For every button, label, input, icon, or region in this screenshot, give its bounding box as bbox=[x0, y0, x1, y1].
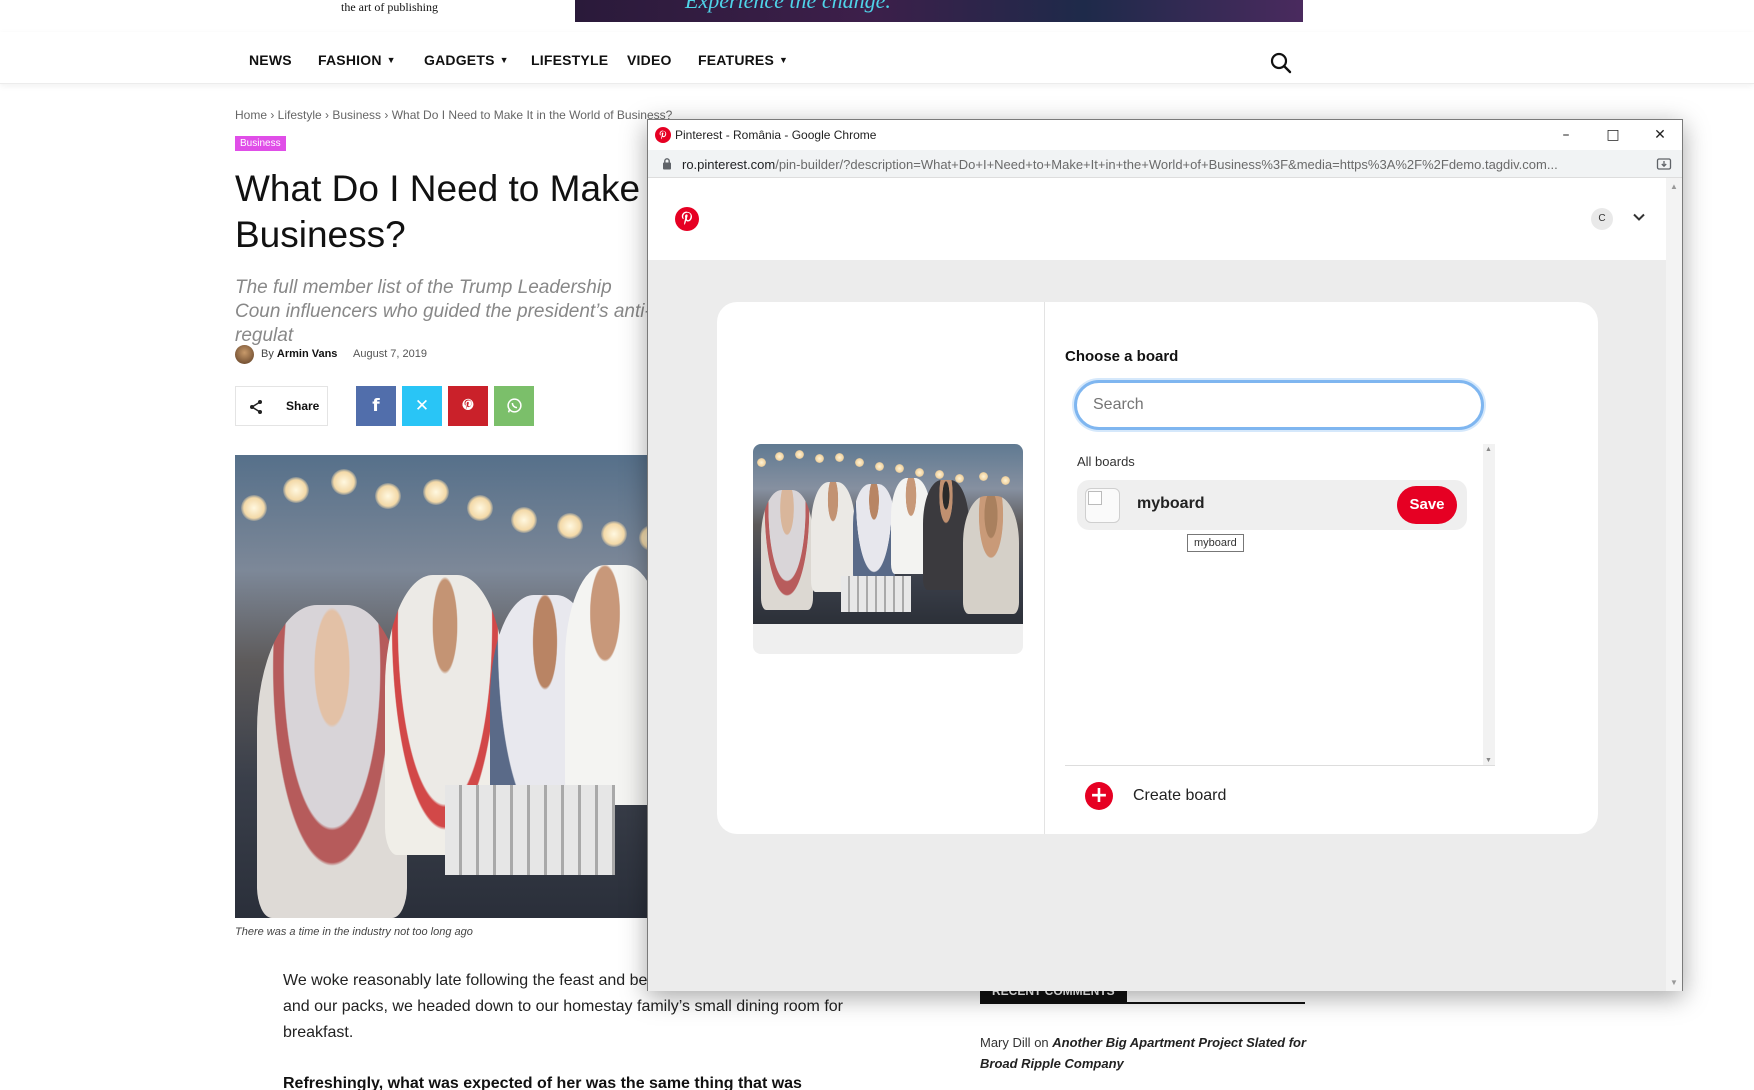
scroll-down-icon[interactable]: ▼ bbox=[1485, 757, 1492, 764]
board-row-myboard[interactable]: myboard Save bbox=[1077, 480, 1467, 530]
x-share-button[interactable]: ✕ bbox=[402, 386, 442, 426]
comment-author[interactable]: Mary Dill bbox=[980, 1035, 1031, 1050]
ad-banner[interactable]: Experience the change. bbox=[575, 0, 1303, 22]
url-text[interactable]: ro.pinterest.com/pin-builder/?descriptio… bbox=[682, 157, 1642, 172]
nav-item-fashion[interactable]: FASHION ▼ bbox=[318, 52, 396, 68]
article-paragraph-bold: Refreshingly, what was expected of her w… bbox=[283, 1075, 802, 1090]
author-avatar[interactable] bbox=[235, 345, 254, 364]
maximize-button[interactable]: □ bbox=[1601, 124, 1625, 146]
facebook-icon: f bbox=[372, 396, 380, 416]
card-divider bbox=[1044, 302, 1045, 834]
window-title: Pinterest - România - Google Chrome bbox=[675, 128, 877, 142]
pin-builder-card: Choose a board All boards myboard Save m… bbox=[717, 302, 1598, 834]
screen: { "site": { "tagline": "the art of publi… bbox=[0, 0, 1754, 1090]
image-caption: There was a time in the industry not too… bbox=[235, 926, 473, 938]
share-button[interactable]: Share bbox=[235, 386, 328, 426]
install-app-icon[interactable] bbox=[1656, 156, 1672, 172]
nav-label: NEWS bbox=[249, 52, 292, 68]
board-search-input[interactable] bbox=[1074, 380, 1484, 430]
pin-preview bbox=[753, 444, 1023, 654]
nav-item-news[interactable]: NEWS bbox=[249, 52, 292, 68]
save-button[interactable]: Save bbox=[1397, 486, 1457, 524]
board-thumbnail bbox=[1085, 488, 1120, 523]
pinterest-share-button[interactable] bbox=[448, 386, 488, 426]
chevron-down-icon: ▼ bbox=[386, 55, 396, 65]
facebook-share-button[interactable]: f bbox=[356, 386, 396, 426]
close-window-button[interactable]: ✕ bbox=[1648, 124, 1672, 146]
url-host: ro.pinterest.com bbox=[682, 157, 776, 172]
x-icon: ✕ bbox=[414, 396, 430, 416]
article-title-line2: Business? bbox=[235, 214, 406, 255]
pin-preview-image bbox=[753, 444, 1023, 624]
breadcrumb[interactable]: Home › Lifestyle › Business › What Do I … bbox=[235, 108, 672, 122]
minimize-button[interactable]: – bbox=[1554, 124, 1578, 146]
board-list-scrollbar[interactable]: ▲ ▼ bbox=[1483, 444, 1495, 766]
window-titlebar[interactable]: Pinterest - România - Google Chrome – □ … bbox=[648, 120, 1682, 150]
comment-on: on bbox=[1034, 1035, 1049, 1050]
share-icon bbox=[250, 400, 262, 414]
nav-label: GADGETS bbox=[424, 52, 495, 68]
author-link[interactable]: Armin Vans bbox=[277, 348, 338, 360]
address-bar[interactable]: ro.pinterest.com/pin-builder/?descriptio… bbox=[648, 150, 1682, 178]
pinterest-logo-icon[interactable] bbox=[675, 207, 699, 231]
nav-item-features[interactable]: FEATURES ▼ bbox=[698, 52, 788, 68]
search-icon[interactable] bbox=[1270, 52, 1292, 74]
board-list-separator bbox=[1065, 765, 1495, 766]
scroll-down-icon[interactable]: ▼ bbox=[1670, 978, 1678, 987]
banner-text: Experience the change. bbox=[685, 0, 891, 13]
url-path: /pin-builder/?description=What+Do+I+Need… bbox=[775, 157, 1558, 172]
nav-item-lifestyle[interactable]: LIFESTYLE bbox=[531, 52, 608, 68]
chevron-down-icon[interactable] bbox=[1632, 210, 1646, 224]
scroll-up-icon[interactable]: ▲ bbox=[1670, 182, 1678, 191]
recent-comment: Mary Dill on Another Big Apartment Proje… bbox=[980, 1032, 1310, 1074]
main-nav: NEWS FASHION ▼ GADGETS ▼ LIFESTYLE VIDEO F… bbox=[0, 32, 1754, 84]
pinterest-page: C Choose a board All boar bbox=[648, 178, 1666, 991]
nav-label: FASHION bbox=[318, 52, 382, 68]
nav-label: VIDEO bbox=[627, 52, 672, 68]
category-badge[interactable]: Business bbox=[235, 136, 286, 151]
share-label: Share bbox=[286, 399, 320, 413]
choose-board-heading: Choose a board bbox=[1065, 348, 1179, 365]
lock-icon[interactable] bbox=[662, 157, 672, 170]
article-title-line1: What Do I Need to Make bbox=[235, 168, 641, 209]
byline: By Armin Vans bbox=[261, 348, 337, 360]
create-board-button[interactable]: + Create board bbox=[1085, 780, 1385, 812]
scroll-up-icon[interactable]: ▲ bbox=[1485, 446, 1492, 453]
whatsapp-share-button[interactable] bbox=[494, 386, 534, 426]
create-board-label: Create board bbox=[1133, 787, 1227, 804]
chevron-down-icon: ▼ bbox=[499, 55, 509, 65]
all-boards-label: All boards bbox=[1077, 454, 1135, 469]
article-hero-image bbox=[235, 455, 655, 918]
site-tagline: the art of publishing bbox=[341, 0, 438, 14]
chevron-down-icon: ▼ bbox=[779, 55, 789, 65]
article-date: August 7, 2019 bbox=[353, 348, 428, 360]
pinterest-favicon-icon bbox=[655, 127, 671, 143]
byline-prefix: By bbox=[261, 348, 274, 360]
nav-label: FEATURES bbox=[698, 52, 775, 68]
board-tooltip: myboard bbox=[1187, 534, 1244, 552]
board-list: All boards myboard Save myboard ▲ ▼ bbox=[1065, 444, 1495, 766]
plus-icon: + bbox=[1085, 782, 1113, 810]
account-avatar[interactable]: C bbox=[1591, 208, 1613, 230]
nav-label: LIFESTYLE bbox=[531, 52, 609, 68]
nav-item-video[interactable]: VIDEO bbox=[627, 52, 672, 68]
window-scrollbar[interactable]: ▲ ▼ bbox=[1666, 178, 1682, 991]
article-title: What Do I Need to Make Business? bbox=[235, 166, 655, 258]
nav-item-gadgets[interactable]: GADGETS ▼ bbox=[424, 52, 509, 68]
pinterest-popup-window: Pinterest - România - Google Chrome – □ … bbox=[647, 119, 1683, 991]
whatsapp-icon bbox=[506, 398, 522, 413]
pinterest-header: C bbox=[648, 178, 1666, 260]
board-name: myboard bbox=[1137, 495, 1205, 512]
article-subtitle: The full member list of the Trump Leader… bbox=[235, 277, 651, 346]
pinterest-icon bbox=[462, 398, 474, 410]
